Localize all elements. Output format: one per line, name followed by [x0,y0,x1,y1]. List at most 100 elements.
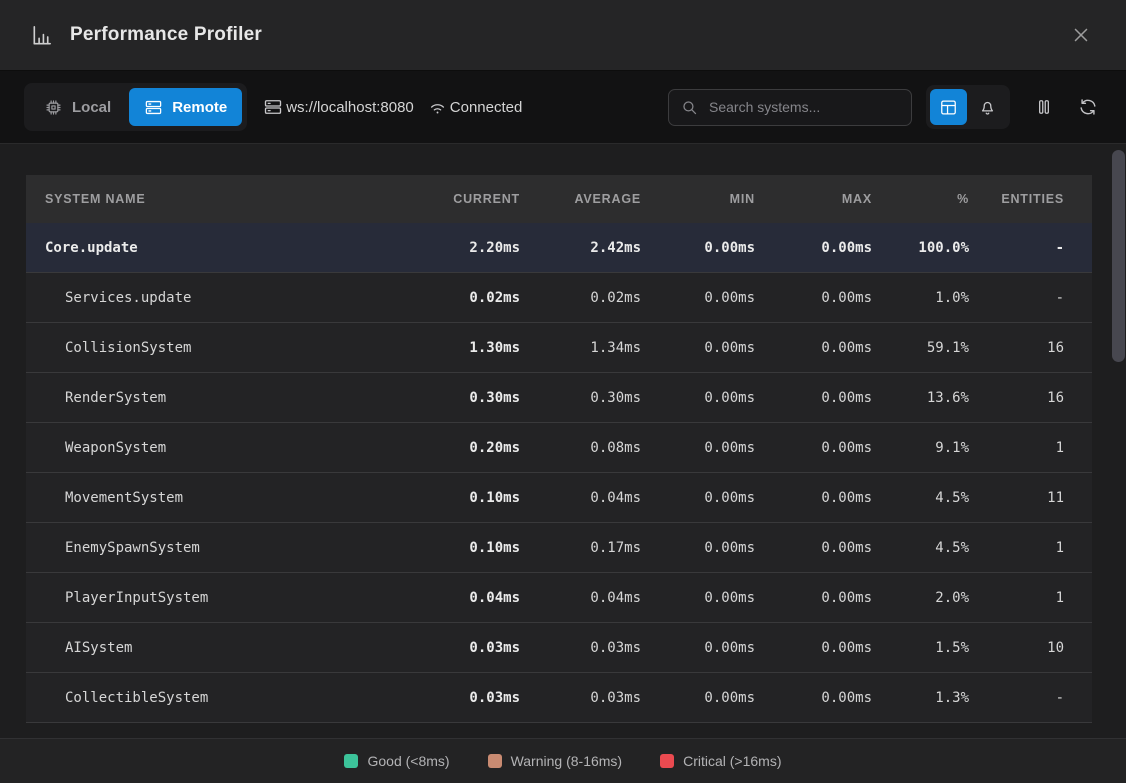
cell-percent: 100.0% [872,240,969,256]
remote-label: Remote [172,99,227,116]
legend-bar: Good (<8ms) Warning (8-16ms) Critical (>… [0,738,1126,783]
connection-status: Connected [428,98,523,117]
cell-max: 0.00ms [755,540,872,556]
column-header-percent[interactable]: % [872,192,969,206]
column-header-max[interactable]: MAX [755,192,872,206]
cell-percent: 1.3% [872,690,969,706]
cell-max: 0.00ms [755,640,872,656]
legend-label: Good (<8ms) [367,753,449,769]
cell-entities: - [969,290,1092,306]
cell-current: 0.02ms [410,290,520,306]
bar-chart-icon [30,24,53,47]
search-box [668,89,912,126]
cell-entities: 1 [969,440,1092,456]
table-row[interactable]: WeaponSystem 0.20ms 0.08ms 0.00ms 0.00ms… [26,423,1092,473]
wifi-icon [428,98,447,117]
connection-url: ws://localhost:8080 [263,97,414,117]
table-row[interactable]: Services.update 0.02ms 0.02ms 0.00ms 0.0… [26,273,1092,323]
cell-current: 0.03ms [410,690,520,706]
cell-current: 0.04ms [410,590,520,606]
cell-min: 0.00ms [641,590,755,606]
cell-entities: 11 [969,490,1092,506]
page-title: Performance Profiler [70,24,262,46]
connection-url-text: ws://localhost:8080 [286,99,414,116]
table-row[interactable]: MovementSystem 0.10ms 0.04ms 0.00ms 0.00… [26,473,1092,523]
cell-max: 0.00ms [755,290,872,306]
cell-percent: 13.6% [872,390,969,406]
cell-max: 0.00ms [755,690,872,706]
legend-item-warning: Warning (8-16ms) [488,753,623,769]
cell-percent: 4.5% [872,490,969,506]
view-button-group [926,85,1010,129]
toolbar: Local Remote ws://localhost:8080 [0,71,1126,144]
cell-system-name: Core.update [26,240,410,256]
table-row[interactable]: CollectibleSystem 0.03ms 0.03ms 0.00ms 0… [26,673,1092,723]
refresh-button[interactable] [1074,93,1102,121]
cell-current: 0.10ms [410,490,520,506]
cell-entities: 16 [969,340,1092,356]
column-header-entities[interactable]: ENTITIES [969,192,1092,206]
close-button[interactable] [1066,20,1096,50]
table-row[interactable]: EnemySpawnSystem 0.10ms 0.17ms 0.00ms 0.… [26,523,1092,573]
warning-swatch [488,754,502,768]
search-icon [681,99,698,116]
cell-min: 0.00ms [641,540,755,556]
legend-label: Critical (>16ms) [683,753,781,769]
table-row[interactable]: CollisionSystem 1.30ms 1.34ms 0.00ms 0.0… [26,323,1092,373]
table-row[interactable]: PlayerInputSystem 0.04ms 0.04ms 0.00ms 0… [26,573,1092,623]
cell-entities: 10 [969,640,1092,656]
cpu-icon [44,98,63,117]
cell-min: 0.00ms [641,440,755,456]
remote-button[interactable]: Remote [129,88,242,126]
column-header-min[interactable]: MIN [641,192,755,206]
connection-status-text: Connected [450,99,523,116]
table-row[interactable]: Core.update 2.20ms 2.42ms 0.00ms 0.00ms … [26,223,1092,273]
table-row[interactable]: AISystem 0.03ms 0.03ms 0.00ms 0.00ms 1.5… [26,623,1092,673]
table-row[interactable]: RenderSystem 0.30ms 0.30ms 0.00ms 0.00ms… [26,373,1092,423]
pause-icon [1034,97,1054,117]
cell-average: 2.42ms [520,240,641,256]
cell-percent: 1.5% [872,640,969,656]
cell-entities: 1 [969,540,1092,556]
cell-average: 1.34ms [520,340,641,356]
cell-percent: 1.0% [872,290,969,306]
cell-min: 0.00ms [641,690,755,706]
cell-system-name: PlayerInputSystem [26,590,410,606]
cell-entities: 16 [969,390,1092,406]
alerts-button[interactable] [969,89,1006,125]
good-swatch [344,754,358,768]
cell-system-name: RenderSystem [26,390,410,406]
search-input[interactable] [707,98,899,116]
cell-min: 0.00ms [641,490,755,506]
column-header-system-name[interactable]: SYSTEM NAME [26,192,410,206]
cell-entities: - [969,690,1092,706]
column-header-current[interactable]: CURRENT [410,192,520,206]
cell-system-name: EnemySpawnSystem [26,540,410,556]
local-button[interactable]: Local [29,88,126,126]
cell-current: 0.30ms [410,390,520,406]
bell-icon [978,98,997,117]
cell-system-name: Services.update [26,290,410,306]
server-icon [263,97,283,117]
cell-max: 0.00ms [755,340,872,356]
cell-entities: 1 [969,590,1092,606]
cell-percent: 2.0% [872,590,969,606]
close-icon [1070,24,1092,46]
cell-average: 0.04ms [520,590,641,606]
column-header-average[interactable]: AVERAGE [520,192,641,206]
table-view-button[interactable] [930,89,967,125]
cell-max: 0.00ms [755,590,872,606]
cell-average: 0.04ms [520,490,641,506]
cell-average: 0.02ms [520,290,641,306]
systems-table: SYSTEM NAME CURRENT AVERAGE MIN MAX % EN… [26,175,1092,723]
pause-button[interactable] [1030,93,1058,121]
cell-max: 0.00ms [755,240,872,256]
cell-percent: 59.1% [872,340,969,356]
title-bar: Performance Profiler [0,0,1126,71]
scrollbar-thumb[interactable] [1112,150,1125,362]
cell-current: 0.20ms [410,440,520,456]
cell-max: 0.00ms [755,390,872,406]
refresh-icon [1078,97,1098,117]
legend-label: Warning (8-16ms) [511,753,623,769]
table-header: SYSTEM NAME CURRENT AVERAGE MIN MAX % EN… [26,175,1092,223]
